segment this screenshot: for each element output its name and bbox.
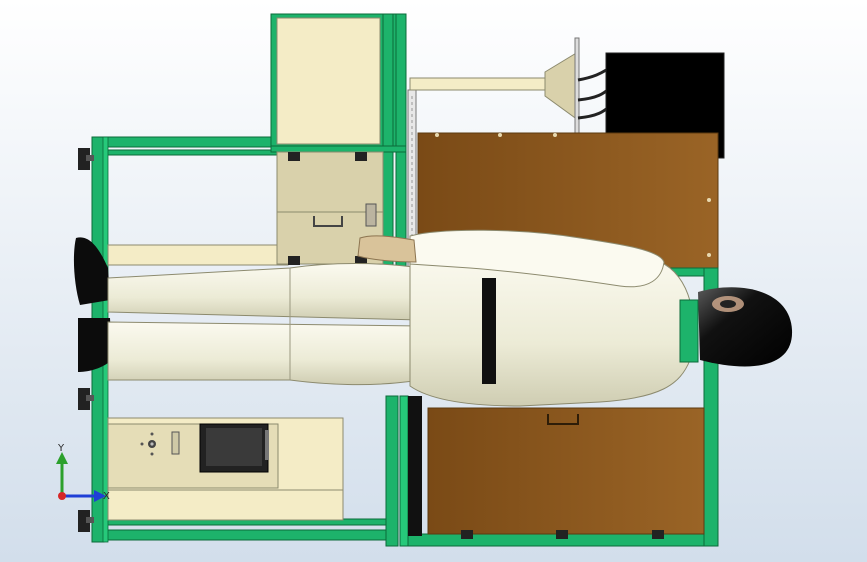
triad-y-label: Y: [57, 443, 65, 454]
cad-viewport[interactable]: Y X: [0, 0, 867, 562]
lower-leg: [107, 321, 421, 386]
assembly-model[interactable]: Y X: [0, 0, 867, 562]
belt: [482, 278, 496, 384]
collar: [679, 299, 699, 363]
lower-storage-box: [427, 407, 705, 539]
hand: [357, 235, 417, 263]
triad-x-label: X: [103, 491, 110, 502]
